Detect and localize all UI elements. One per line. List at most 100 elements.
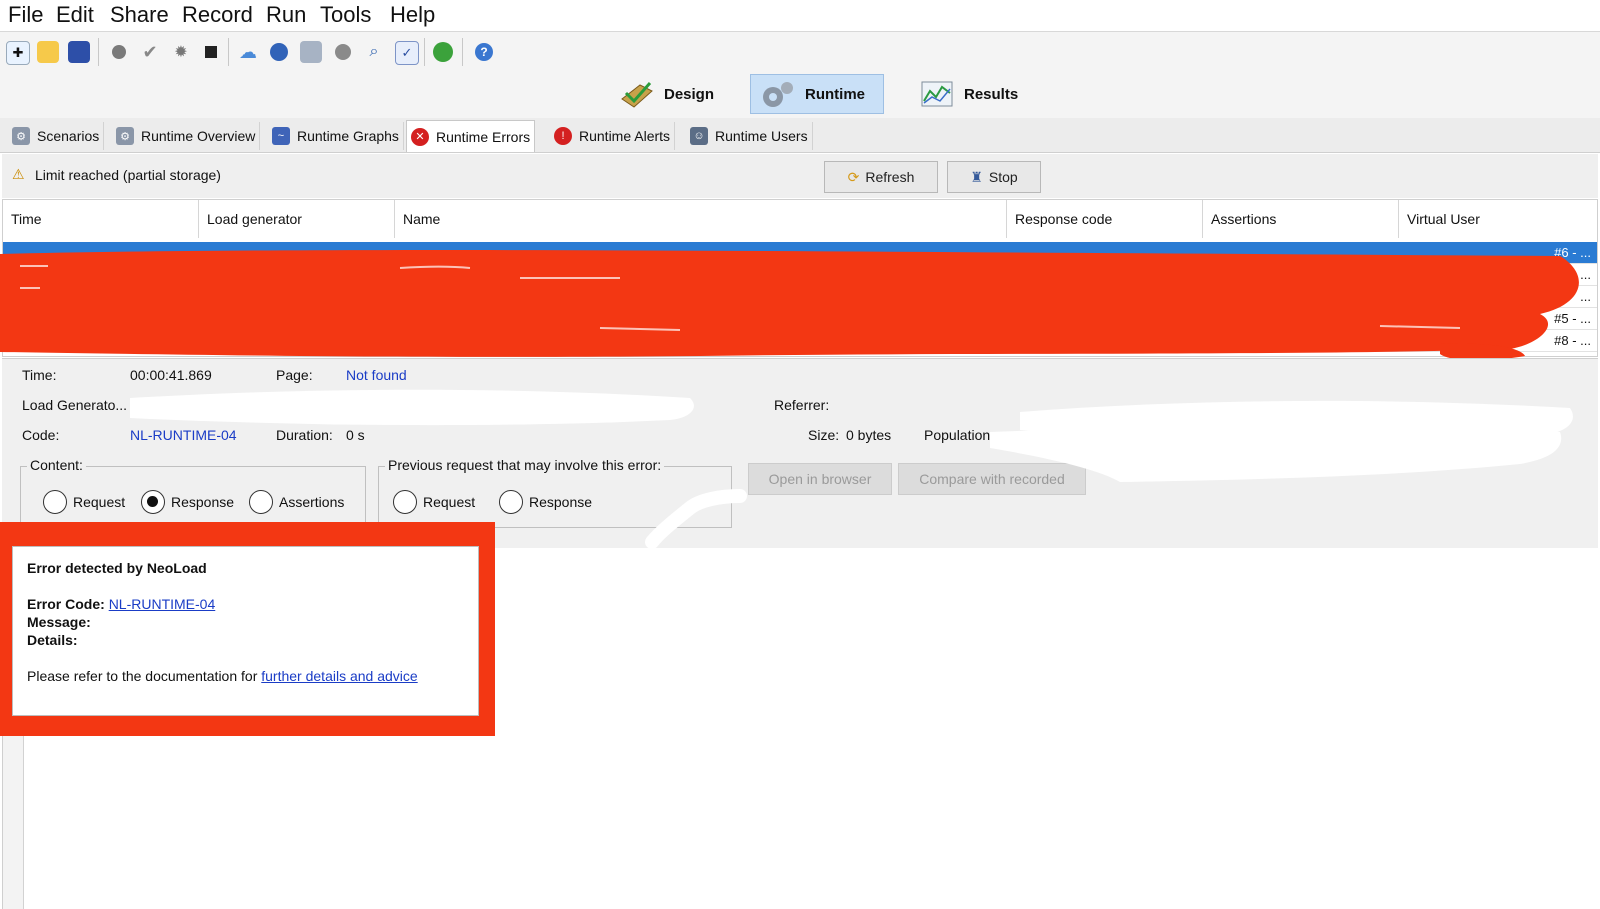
scenarios-gear-icon: ⚙	[12, 127, 30, 145]
previous-request-group: Previous request that may involve this e…	[378, 457, 732, 528]
content-assertions-radio[interactable]: Assertions	[249, 490, 344, 514]
stop-button[interactable]: ♜ Stop	[947, 161, 1041, 193]
menu-edit[interactable]: Edit	[56, 2, 94, 28]
col-time[interactable]: Time	[3, 200, 199, 238]
radio-circle	[499, 490, 523, 514]
cloud-icon[interactable]: ☁	[237, 41, 259, 63]
documentation-link[interactable]: further details and advice	[261, 668, 417, 684]
tab-label: Runtime Overview	[141, 128, 256, 144]
error-message-panel: Error detected by NeoLoad Error Code: NL…	[12, 546, 479, 716]
design-icon	[620, 79, 654, 109]
request-label: ...equest	[282, 397, 336, 413]
refresh-label: Refresh	[865, 169, 915, 185]
tab-bar: ⚙ Scenarios ⚙ Runtime Overview ~ Runtime…	[0, 118, 1600, 153]
tab-label: Runtime Users	[715, 128, 808, 144]
col-load-generator[interactable]: Load generator	[199, 200, 395, 238]
size-value: 0 bytes	[846, 427, 892, 443]
toolbar-separator	[424, 38, 425, 66]
radio-label: Response	[529, 494, 593, 510]
error-details-panel: Time: 00:00:41.869 Page: Not found Load …	[2, 358, 1598, 549]
overview-gear-icon: ⚙	[116, 127, 134, 145]
radio-label: Assertions	[279, 494, 345, 510]
table-row[interactable]: ...	[3, 264, 1597, 286]
tab-runtime-overview[interactable]: ⚙ Runtime Overview	[112, 122, 261, 150]
row-vu: #6 - ...	[1554, 245, 1591, 260]
check-icon[interactable]: ✔	[139, 41, 161, 63]
table-row[interactable]: #8 - ...	[3, 330, 1597, 352]
tab-runtime-graphs[interactable]: ~ Runtime Graphs	[268, 122, 404, 150]
col-response-code[interactable]: Response code	[1007, 200, 1203, 238]
previous-request-radio[interactable]: Request	[393, 490, 475, 514]
table-row[interactable]: ...	[3, 286, 1597, 308]
menu-record[interactable]: Record	[182, 2, 253, 28]
refer-text: Please refer to the documentation for	[27, 668, 262, 684]
sync-icon[interactable]	[432, 41, 454, 63]
help-icon[interactable]: ?	[473, 41, 495, 63]
open-in-browser-button[interactable]: Open in browser	[748, 463, 892, 495]
badge-icon[interactable]	[332, 41, 354, 63]
content-group-title: Content:	[27, 457, 86, 473]
network-icon[interactable]	[268, 41, 290, 63]
stop-label: Stop	[988, 169, 1018, 185]
menu-help[interactable]: Help	[390, 2, 435, 28]
mode-bar: Design Runtime Results	[0, 72, 1600, 118]
menu-share[interactable]: Share	[110, 2, 169, 28]
record-icon[interactable]	[108, 41, 130, 63]
search-icon[interactable]: ⌕	[363, 41, 385, 63]
open-folder-icon[interactable]	[37, 41, 59, 63]
radio-circle-selected	[141, 490, 165, 514]
col-name[interactable]: Name	[395, 200, 1007, 238]
size-label: Size:	[808, 427, 840, 443]
tab-scenarios[interactable]: ⚙ Scenarios	[8, 122, 105, 150]
referrer-label: Referrer:	[774, 397, 830, 413]
checklist-icon[interactable]: ✓	[395, 41, 419, 65]
previous-group-title: Previous request that may involve this e…	[385, 457, 665, 473]
content-response-radio[interactable]: Response	[141, 490, 234, 514]
servers-icon[interactable]	[300, 41, 322, 63]
radio-circle	[43, 490, 67, 514]
save-icon[interactable]	[68, 41, 90, 63]
tab-runtime-alerts[interactable]: ! Runtime Alerts	[550, 122, 676, 150]
stop-square-icon[interactable]	[200, 41, 222, 63]
previous-response-radio[interactable]: Response	[499, 490, 592, 514]
tab-label: Runtime Alerts	[579, 128, 671, 144]
table-row[interactable]: #6 - ...	[3, 242, 1597, 264]
results-label: Results	[964, 85, 1019, 103]
page-value[interactable]: Not found	[346, 367, 407, 383]
results-mode-button[interactable]: Results	[920, 74, 1018, 114]
results-chart-icon	[920, 79, 954, 109]
time-value: 00:00:41.869	[130, 367, 212, 383]
content-group: Content: Request Response Assertions	[20, 457, 366, 528]
debug-icon[interactable]: ✹	[170, 41, 192, 63]
toolbar: ✚ ✔ ✹ ☁ ⌕ ✓ ?	[0, 32, 1600, 72]
radio-label: Response	[171, 494, 235, 510]
tab-runtime-errors[interactable]: ✕ Runtime Errors	[406, 120, 536, 152]
population-label: Population	[924, 427, 991, 443]
content-request-radio[interactable]: Request	[43, 490, 125, 514]
tab-label: Runtime Graphs	[297, 128, 399, 144]
new-project-icon[interactable]: ✚	[6, 41, 30, 65]
page-label: Page:	[276, 367, 313, 383]
design-label: Design	[664, 85, 715, 103]
col-virtual-user[interactable]: Virtual User	[1399, 200, 1597, 238]
menu-tools[interactable]: Tools	[320, 2, 371, 28]
table-row[interactable]: #5 - ...	[3, 308, 1597, 330]
gears-icon	[761, 79, 795, 109]
menu-run[interactable]: Run	[266, 2, 306, 28]
tab-runtime-users[interactable]: ☺ Runtime Users	[686, 122, 813, 150]
col-assertions[interactable]: Assertions	[1203, 200, 1399, 238]
code-value[interactable]: NL-RUNTIME-04	[130, 427, 237, 443]
compare-with-recorded-button[interactable]: Compare with recorded	[898, 463, 1086, 495]
duration-value: 0 s	[346, 427, 365, 443]
design-mode-button[interactable]: Design	[620, 74, 714, 114]
menu-file[interactable]: File	[8, 2, 43, 28]
toolbar-separator	[98, 38, 99, 66]
error-code-link[interactable]: NL-RUNTIME-04	[109, 596, 216, 612]
refresh-button[interactable]: ⟳ Refresh	[824, 161, 938, 193]
error-title: Error detected by NeoLoad	[27, 560, 207, 576]
errors-table: Time Load generator Name Response code A…	[2, 199, 1598, 357]
alert-icon: !	[554, 127, 572, 145]
row-vu: #8 - ...	[1554, 333, 1591, 348]
code-label: Code:	[22, 427, 60, 443]
runtime-mode-button[interactable]: Runtime	[750, 74, 884, 114]
